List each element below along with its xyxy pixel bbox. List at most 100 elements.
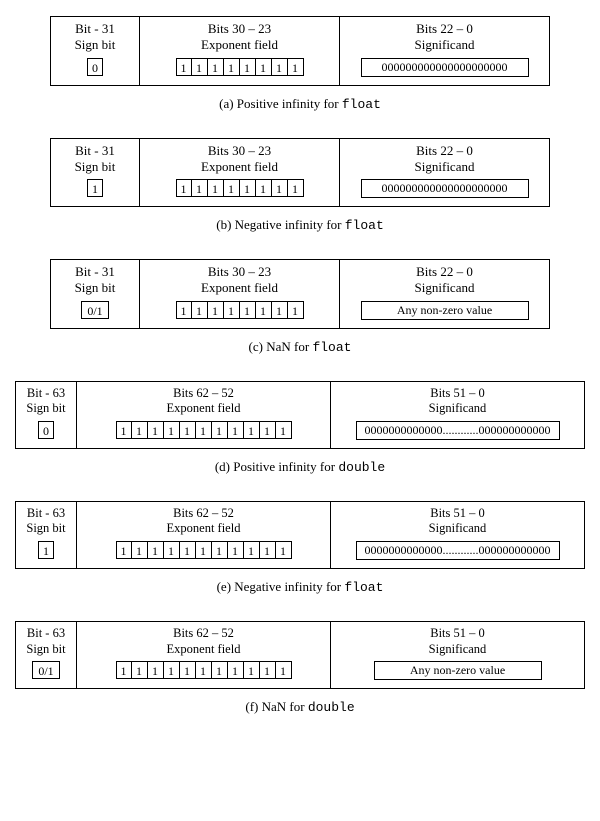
caption-type-name: float	[342, 97, 381, 112]
bit-cell: 1	[288, 58, 304, 76]
field-row: Bit - 63Sign bit0/1Bits 62 – 52Exponent …	[15, 621, 585, 689]
sign-header-label: Sign bit	[57, 37, 133, 53]
bit-cell: 1	[228, 541, 244, 559]
bit-cell: 1	[224, 58, 240, 76]
field-row: Bit - 31Sign bit1Bits 30 – 23Exponent fi…	[50, 138, 550, 208]
significand-field: Bits 22 – 0SignificandAny non-zero value	[340, 259, 550, 329]
exponent-bits: 11111111	[176, 301, 304, 319]
bit-cell: 1	[276, 541, 292, 559]
exponent-bits: 11111111111	[116, 541, 292, 559]
bit-cell: 1	[244, 541, 260, 559]
bit-cell: 1	[192, 58, 208, 76]
bit-cell: 1	[256, 301, 272, 319]
sign-bits: 0/1	[81, 301, 109, 319]
panel-caption: (f) NaN for double	[8, 699, 592, 715]
exponent-bits: 11111111	[176, 58, 304, 76]
bit-cell: 1	[244, 421, 260, 439]
bit-cell: 1	[256, 58, 272, 76]
significand-header-range: Bits 51 – 0	[337, 386, 578, 402]
bit-cell: 1	[132, 661, 148, 679]
sign-header-range: Bit - 31	[57, 143, 133, 159]
bit-cell: 1	[164, 541, 180, 559]
bit-cell: 1	[164, 421, 180, 439]
bit-cell: 1	[192, 301, 208, 319]
bit-cell: 0/1	[81, 301, 109, 319]
bit-cell: 1	[228, 661, 244, 679]
exponent-field: Bits 62 – 52Exponent field11111111111	[77, 621, 331, 689]
sign-bits: 1	[87, 179, 103, 197]
bit-cell: 1	[208, 179, 224, 197]
sign-field: Bit - 63Sign bit 1	[15, 501, 77, 569]
bit-cell: 1	[224, 179, 240, 197]
sign-header-label: Sign bit	[57, 159, 133, 175]
bit-cell: 1	[132, 421, 148, 439]
exponent-header-label: Exponent field	[146, 37, 333, 53]
field-row: Bit - 63Sign bit1Bits 62 – 52Exponent fi…	[15, 501, 585, 569]
bit-cell: 1	[212, 541, 228, 559]
bit-cell: 1	[244, 661, 260, 679]
sign-header-range: Bit - 31	[57, 264, 133, 280]
bit-cell: 1	[224, 301, 240, 319]
sign-field: Bit - 31Sign bit0	[50, 16, 140, 86]
bit-cell: 1	[180, 541, 196, 559]
exponent-header-label: Exponent field	[146, 280, 333, 296]
bit-layout-panel: Bit - 31Sign bit1Bits 30 – 23Exponent fi…	[50, 138, 550, 208]
bit-cell: 1	[212, 661, 228, 679]
field-row: Bit - 31Sign bit0/1Bits 30 – 23Exponent …	[50, 259, 550, 329]
caption-text: (b) Negative infinity for	[216, 217, 345, 232]
bit-cell: 1	[240, 179, 256, 197]
significand-header-label: Significand	[337, 521, 578, 537]
caption-type-name: float	[345, 218, 384, 233]
sign-bits: 0	[87, 58, 103, 76]
bit-cell: 1	[240, 301, 256, 319]
significand-header-range: Bits 51 – 0	[337, 626, 578, 642]
sign-field: Bit - 31Sign bit0/1	[50, 259, 140, 329]
significand-value: 0000000000000............000000000000	[356, 421, 560, 440]
significand-field: Bits 22 – 0Significand000000000000000000…	[340, 16, 550, 86]
bit-cell: 1	[180, 421, 196, 439]
sign-header-label: Sign bit	[22, 642, 70, 658]
significand-field: Bits 51 – 0Significand0000000000000.....…	[331, 381, 585, 449]
sign-header-label: Sign bit	[22, 521, 70, 537]
exponent-field: Bits 30 – 23Exponent field11111111	[140, 138, 340, 208]
sign-field: Bit - 63Sign bit0/1	[15, 621, 77, 689]
bit-cell: 1	[38, 541, 54, 559]
bit-cell: 1	[192, 179, 208, 197]
significand-header-label: Significand	[337, 642, 578, 658]
sign-header-label: Sign bit	[22, 401, 70, 417]
bit-layout-panel: Bit - 31Sign bit0Bits 30 – 23Exponent fi…	[50, 16, 550, 86]
bit-cell: 1	[240, 58, 256, 76]
sign-header-range: Bit - 63	[22, 506, 70, 522]
bit-cell: 1	[116, 661, 132, 679]
exponent-header-range: Bits 62 – 52	[83, 626, 324, 642]
bit-cell: 1	[87, 179, 103, 197]
significand-header-range: Bits 22 – 0	[346, 143, 543, 159]
bit-cell: 1	[260, 421, 276, 439]
bit-cell: 1	[132, 541, 148, 559]
exponent-field: Bits 30 – 23Exponent field11111111	[140, 259, 340, 329]
bit-cell: 1	[208, 301, 224, 319]
caption-text: (c) NaN for	[249, 339, 313, 354]
bit-cell: 0/1	[32, 661, 60, 679]
bit-cell: 1	[256, 179, 272, 197]
exponent-header-range: Bits 30 – 23	[146, 21, 333, 37]
exponent-bits: 11111111111	[116, 661, 292, 679]
significand-value: 000000000000000000000	[361, 179, 529, 198]
significand-header-range: Bits 51 – 0	[337, 506, 578, 522]
bit-cell: 1	[212, 421, 228, 439]
bit-layout-panel: Bit - 63Sign bit0Bits 62 – 52Exponent fi…	[15, 381, 585, 449]
sign-field: Bit - 63Sign bit0	[15, 381, 77, 449]
caption-text: (f) NaN for	[245, 699, 307, 714]
caption-type-name: float	[344, 580, 383, 595]
bit-cell: 1	[148, 541, 164, 559]
bit-cell: 1	[272, 58, 288, 76]
bit-cell: 1	[116, 541, 132, 559]
caption-text: (e) Negative infinity for	[217, 579, 345, 594]
bit-cell: 1	[272, 301, 288, 319]
bit-cell: 1	[176, 179, 192, 197]
bit-cell: 1	[196, 661, 212, 679]
bit-cell: 1	[288, 301, 304, 319]
significand-value: Any non-zero value	[374, 661, 542, 680]
panel-caption: (e) Negative infinity for float	[8, 579, 592, 595]
bit-cell: 1	[176, 58, 192, 76]
